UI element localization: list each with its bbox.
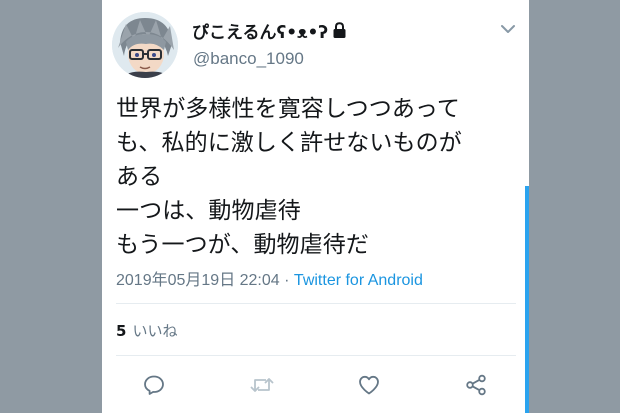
reply-icon[interactable] [141, 372, 167, 398]
heart-icon[interactable] [356, 372, 382, 398]
tweet-line: 一つは、動物虐待 [116, 198, 301, 224]
tweet-text: 世界が多様性を寛容しつつあって も、私的に激しく許せないものが ある 一つは、動… [116, 92, 521, 262]
tweet-line: もう一つが、動物虐待だ [116, 232, 369, 258]
user-handle[interactable]: @banco_1090 [193, 49, 304, 69]
lock-icon [332, 22, 347, 38]
chevron-down-icon[interactable] [499, 21, 517, 37]
retweet-icon[interactable] [249, 372, 275, 398]
share-icon[interactable] [463, 372, 489, 398]
meta-separator: · [284, 272, 290, 289]
likes-stat[interactable]: 5 いいね [116, 320, 177, 341]
divider [116, 303, 516, 304]
tweet-timestamp[interactable]: 2019年05月19日 22:04 [116, 272, 280, 289]
display-name[interactable]: ぴこえるんʕ•ᴥ•ʔ [192, 18, 328, 43]
tweet-line: 世界が多様性を寛容しつつあって [116, 96, 460, 122]
tweet-line: も、私的に激しく許せないものが [116, 130, 462, 156]
tweet-meta: 2019年05月19日 22:04 · Twitter for Android [116, 266, 423, 290]
likes-count: 5 [116, 322, 127, 340]
likes-label: いいね [132, 322, 178, 340]
divider [116, 355, 516, 356]
tweet-line: ある [116, 164, 163, 190]
scrollbar[interactable] [525, 186, 529, 413]
user-name-row[interactable]: ぴこえるんʕ•ᴥ•ʔ [192, 18, 347, 43]
avatar[interactable] [112, 12, 178, 78]
avatar-image [112, 12, 178, 78]
tweet-source-link[interactable]: Twitter for Android [294, 272, 423, 289]
